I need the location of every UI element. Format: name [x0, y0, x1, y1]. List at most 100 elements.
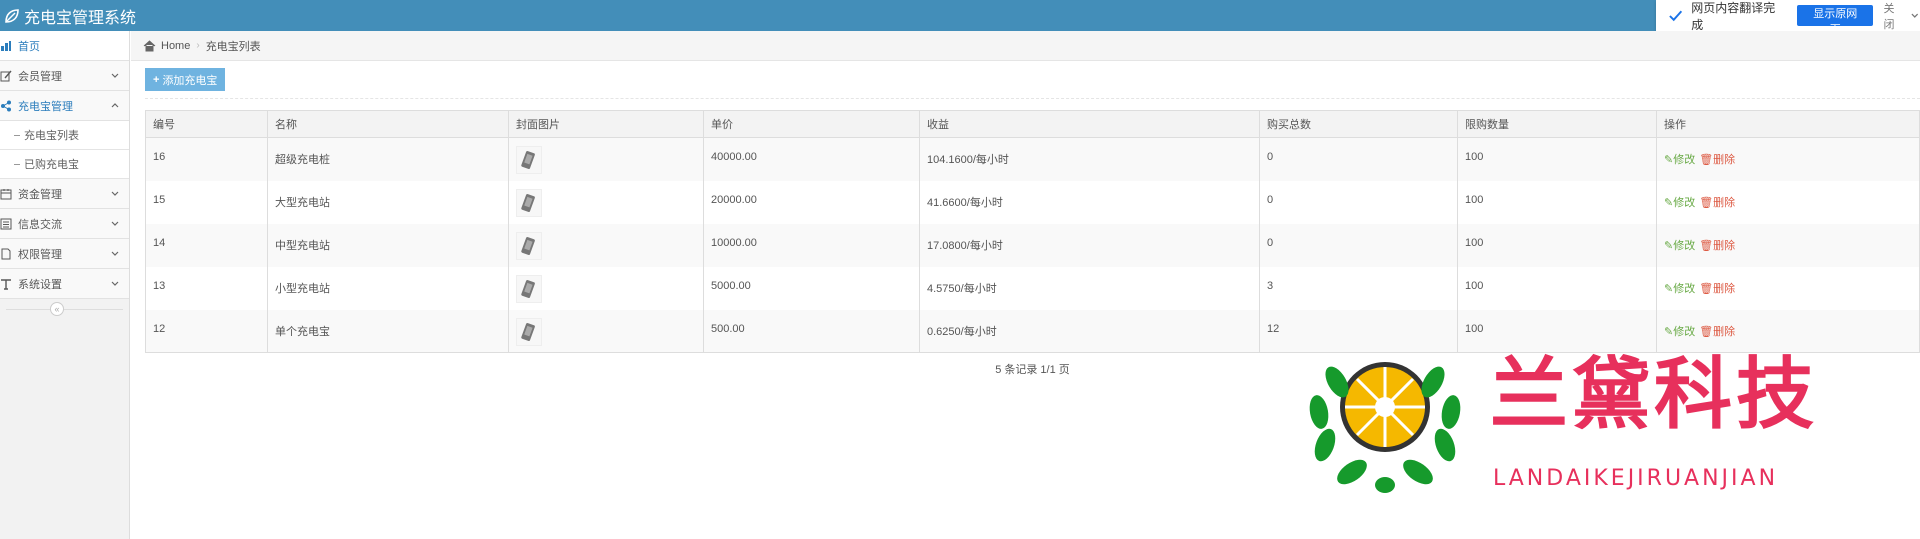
cell-cover [508, 137, 704, 181]
sidebar-item-settings[interactable]: 系统设置 [0, 269, 129, 299]
cell-limit: 100 [1457, 223, 1657, 267]
delete-button[interactable]: 🗑删除 [1699, 240, 1735, 252]
chevron-up-icon [111, 103, 119, 108]
cell-price: 20000.00 [703, 180, 920, 224]
show-original-button[interactable]: 显示原网页 [1796, 5, 1874, 36]
breadcrumb-current: 充电宝列表 [205, 40, 261, 53]
edit-button[interactable]: ✎修改 [1664, 197, 1695, 209]
divider [6, 309, 123, 310]
cell-total: 0 [1259, 223, 1458, 267]
watermark-title: 兰黛科技 [1490, 350, 1819, 440]
sidebar-item-label: 充电宝管理 [18, 100, 73, 113]
sidebar-subitem-label: 充电宝列表 [24, 130, 79, 142]
cell-id: 16 [145, 137, 268, 181]
home-icon [143, 39, 156, 51]
sidebar-subitem-purchased[interactable]: 已购充电宝 [0, 150, 129, 179]
chevron-down-icon [111, 281, 119, 286]
translate-message: 网页内容翻译完成 [1691, 0, 1776, 32]
sidebar-item-label: 资金管理 [18, 188, 62, 201]
cell-name: 中型充电站 [267, 223, 509, 267]
sidebar-item-home[interactable]: 首页 [0, 31, 129, 61]
powerbank-thumbnail[interactable] [516, 231, 542, 260]
cell-total: 3 [1259, 266, 1458, 310]
top-navbar: 充电宝管理系统 [0, 0, 1920, 31]
cell-name: 大型充电站 [267, 180, 509, 224]
translate-notification: 网页内容翻译完成 显示原网页 关闭 [1656, 0, 1920, 36]
edit-button[interactable]: ✎修改 [1664, 154, 1695, 166]
watermark-subtitle: LANDAIKEJIRUANJIAN [1493, 466, 1779, 491]
cell-cover [508, 266, 704, 310]
translate-close-button[interactable]: 关闭 [1883, 0, 1904, 32]
sun-wreath-logo [1309, 362, 1461, 493]
delete-button[interactable]: 🗑删除 [1699, 154, 1735, 166]
column-header-id[interactable]: 编号 [145, 110, 268, 138]
sidebar-item-powerbank[interactable]: 充电宝管理 [0, 91, 129, 121]
add-powerbank-button[interactable]: + 添加充电宝 [145, 68, 226, 91]
cell-name: 单个充电宝 [267, 309, 509, 353]
cell-actions: ✎修改 🗑删除 [1656, 266, 1920, 310]
sidebar-item-permissions[interactable]: 权限管理 [0, 239, 129, 269]
column-header-total[interactable]: 购买总数 [1259, 110, 1458, 138]
checkmark-icon [1669, 10, 1683, 21]
cell-actions: ✎修改 🗑删除 [1656, 223, 1920, 267]
cell-id: 14 [145, 223, 268, 267]
brand[interactable]: 充电宝管理系统 [4, 4, 136, 28]
text-icon [1, 278, 11, 290]
cell-income: 17.0800/每小时 [919, 223, 1260, 267]
cell-name: 超级充电桩 [267, 137, 509, 181]
table-row: 15 大型充电站 20000.00 41.6600/每小时 0 100 ✎修改 🗑删除 [145, 180, 1920, 224]
sidebar-item-funds[interactable]: 资金管理 [0, 179, 129, 209]
column-header-limit[interactable]: 限购数量 [1457, 110, 1657, 138]
sidebar-item-label: 系统设置 [18, 278, 62, 291]
powerbank-thumbnail[interactable] [516, 317, 542, 346]
watermark: 兰黛科技 LANDAIKEJIRUANJIAN [1297, 347, 1899, 497]
powerbank-thumbnail[interactable] [516, 188, 542, 217]
add-button-label: 添加充电宝 [162, 74, 218, 87]
table-row: 14 中型充电站 10000.00 17.0800/每小时 0 100 ✎修改 🗑删除 [145, 223, 1920, 267]
delete-button[interactable]: 🗑删除 [1699, 197, 1735, 209]
cell-limit: 100 [1457, 180, 1657, 224]
cell-income: 104.1600/每小时 [919, 137, 1260, 181]
pencil-icon [0, 70, 12, 81]
share-icon [1, 100, 11, 111]
cell-actions: ✎修改 🗑删除 [1656, 137, 1920, 181]
powerbank-table: 编号 名称 封面图片 单价 收益 购买总数 限购数量 操作 16 超级充电桩 400… [145, 110, 1920, 353]
cell-price: 500.00 [703, 309, 920, 353]
delete-button[interactable]: 🗑删除 [1699, 326, 1735, 338]
cell-cover [508, 309, 704, 353]
plus-icon: + [153, 73, 160, 86]
chevron-down-icon[interactable] [1910, 11, 1920, 21]
cell-actions: ✎修改 🗑删除 [1656, 180, 1920, 224]
cell-name: 小型充电站 [267, 266, 509, 310]
powerbank-thumbnail[interactable] [516, 146, 542, 174]
edit-button[interactable]: ✎修改 [1664, 283, 1695, 295]
sidebar-subitem-powerbank-list[interactable]: 充电宝列表 [0, 121, 129, 150]
cell-price: 40000.00 [703, 137, 920, 181]
leaf-icon [5, 9, 19, 23]
edit-button[interactable]: ✎修改 [1664, 326, 1695, 338]
table-header-row: 编号 名称 封面图片 单价 收益 购买总数 限购数量 操作 [145, 110, 1920, 138]
sidebar-item-messages[interactable]: 信息交流 [0, 209, 129, 239]
cell-total: 0 [1259, 137, 1458, 181]
column-header-price[interactable]: 单价 [703, 110, 920, 138]
sidebar-item-members[interactable]: 会员管理 [0, 61, 129, 91]
cell-price: 5000.00 [703, 266, 920, 310]
breadcrumb: Home › 充电宝列表 [131, 31, 1920, 61]
chevron-down-icon [111, 251, 119, 256]
cell-income: 4.5750/每小时 [919, 266, 1260, 310]
cell-income: 41.6600/每小时 [919, 180, 1260, 224]
delete-button[interactable]: 🗑删除 [1699, 283, 1735, 295]
cell-total: 0 [1259, 180, 1458, 224]
sidebar-subitem-label: 已购充电宝 [24, 159, 79, 171]
edit-button[interactable]: ✎修改 [1664, 240, 1695, 252]
column-header-income[interactable]: 收益 [919, 110, 1260, 138]
column-header-cover[interactable]: 封面图片 [508, 110, 704, 138]
divider [145, 98, 1920, 99]
powerbank-thumbnail[interactable] [516, 274, 542, 303]
column-header-name[interactable]: 名称 [267, 110, 509, 138]
chevron-down-icon [111, 73, 119, 78]
collapse-icon[interactable]: « [50, 302, 64, 316]
cell-income: 0.6250/每小时 [919, 309, 1260, 353]
breadcrumb-separator: › [196, 40, 200, 51]
breadcrumb-home[interactable]: Home [161, 40, 190, 52]
